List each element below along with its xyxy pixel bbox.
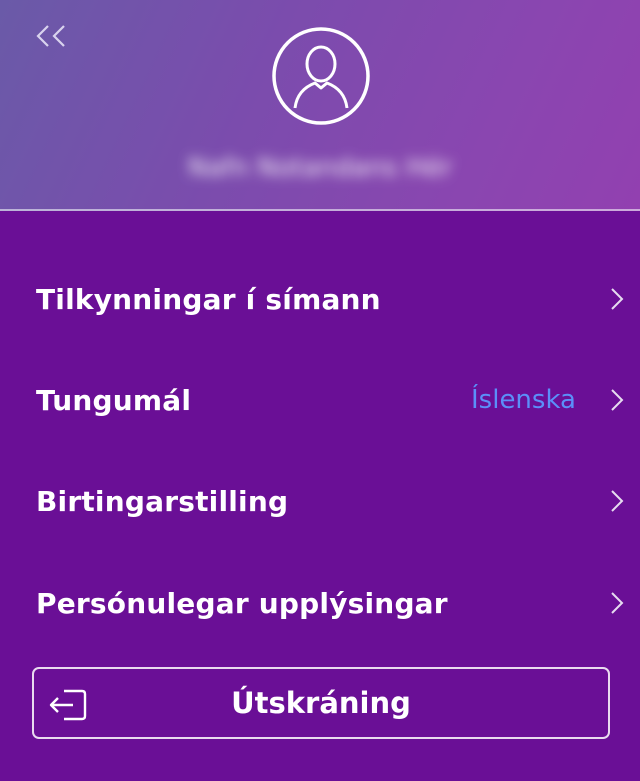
menu-item-personal-info[interactable]: Persónulegar upplýsingar (0, 563, 640, 643)
menu-item-language[interactable]: Tungumál Íslenska (0, 360, 640, 440)
chevron-right-icon (611, 490, 624, 512)
double-chevron-left-icon (36, 25, 65, 47)
back-button[interactable] (28, 18, 74, 54)
logout-label: Útskráning (231, 686, 411, 720)
chevron-right-icon (611, 592, 624, 614)
menu-item-label: Persónulegar upplýsingar (36, 586, 448, 620)
user-avatar-icon[interactable] (271, 26, 371, 126)
menu-item-label: Tilkynningar í símann (36, 282, 381, 316)
menu-item-label: Birtingarstilling (36, 484, 289, 518)
menu-item-display-mode[interactable]: Birtingarstilling (0, 461, 640, 541)
logout-button[interactable]: Útskráning (32, 667, 610, 739)
chevron-right-icon (611, 288, 624, 310)
menu-item-notifications[interactable]: Tilkynningar í símann (0, 259, 640, 339)
chevron-right-icon (611, 389, 624, 411)
menu-item-label: Tungumál (36, 383, 192, 417)
language-value: Íslenska (471, 385, 576, 415)
profile-header: Nafn Notandans Hér (0, 0, 640, 211)
username: Nafn Notandans Hér (187, 153, 453, 183)
